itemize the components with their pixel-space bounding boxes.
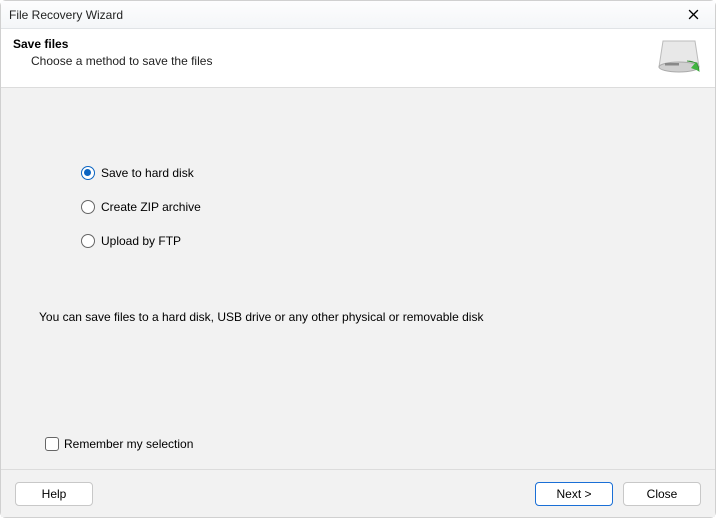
- header-subtitle: Choose a method to save the files: [13, 54, 647, 68]
- save-options: Save to hard disk Create ZIP archive Upl…: [81, 166, 677, 268]
- option-save-hard-disk[interactable]: Save to hard disk: [81, 166, 677, 180]
- next-button[interactable]: Next >: [535, 482, 613, 506]
- wizard-footer: Help Next > Close: [1, 469, 715, 517]
- radio-icon: [81, 200, 95, 214]
- option-upload-ftp[interactable]: Upload by FTP: [81, 234, 677, 248]
- option-create-zip[interactable]: Create ZIP archive: [81, 200, 677, 214]
- radio-icon: [81, 166, 95, 180]
- radio-label: Save to hard disk: [101, 166, 194, 180]
- radio-label: Upload by FTP: [101, 234, 181, 248]
- help-button[interactable]: Help: [15, 482, 93, 506]
- option-description: You can save files to a hard disk, USB d…: [39, 310, 677, 324]
- checkbox-label: Remember my selection: [64, 437, 193, 451]
- hard-disk-icon: [655, 37, 703, 77]
- radio-label: Create ZIP archive: [101, 200, 201, 214]
- wizard-content: Save to hard disk Create ZIP archive Upl…: [1, 88, 715, 469]
- remember-selection[interactable]: Remember my selection: [45, 437, 193, 451]
- close-button[interactable]: Close: [623, 482, 701, 506]
- header-text: Save files Choose a method to save the f…: [13, 37, 647, 68]
- wizard-header: Save files Choose a method to save the f…: [1, 29, 715, 88]
- checkbox-icon: [45, 437, 59, 451]
- radio-icon: [81, 234, 95, 248]
- close-icon[interactable]: [679, 4, 707, 26]
- header-title: Save files: [13, 37, 647, 51]
- titlebar: File Recovery Wizard: [1, 1, 715, 29]
- window-title: File Recovery Wizard: [9, 8, 679, 22]
